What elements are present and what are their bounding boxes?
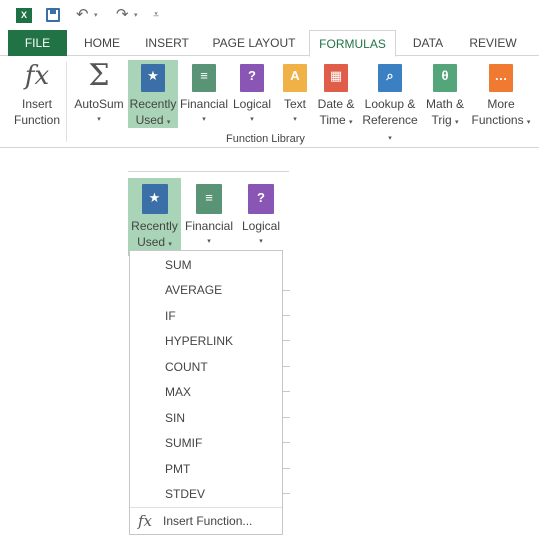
question-book-icon: ? [248, 184, 274, 214]
ribbon-tabs: FILE HOME INSERT PAGE LAYOUT FORMULAS DA… [0, 30, 539, 57]
question-book-icon: ? [240, 64, 264, 92]
text-label: Text [283, 97, 306, 111]
grid-line [283, 366, 290, 367]
math-trig-button[interactable]: θ Math & Trig ▾ [422, 60, 468, 131]
tab-file[interactable]: FILE [8, 30, 67, 56]
tab-home[interactable]: HOME [74, 30, 130, 56]
more-label-2: Functions ▾ [471, 113, 531, 127]
grid-line [283, 290, 290, 291]
menu-item-count[interactable]: COUNT [165, 360, 208, 374]
autosum-label: AutoSum [74, 97, 124, 111]
lookup-label-2: Reference ▾ [362, 113, 418, 142]
menu-item-max[interactable]: MAX [165, 385, 191, 399]
redo-dropdown-icon[interactable]: ▾ [134, 11, 138, 19]
financial-book-icon: ≡ [192, 64, 216, 92]
tab-insert[interactable]: INSERT [136, 30, 198, 56]
undo-dropdown-icon[interactable]: ▾ [94, 11, 98, 19]
star-book-icon: ★ [141, 184, 168, 214]
chevron-down-icon: ▾ [250, 116, 254, 123]
sigma-icon: Σ [88, 58, 110, 93]
more-label-1: More [487, 97, 515, 111]
redo-icon[interactable]: ↷ [116, 5, 129, 23]
grid-line [283, 493, 290, 494]
tab-data[interactable]: DATA [402, 30, 454, 56]
ribbon-separator [66, 62, 67, 142]
recently-used-label-2: Used ▾ [135, 113, 171, 127]
grid-line [283, 468, 290, 469]
recently-used-button[interactable]: ★ Recently Used ▾ [128, 60, 178, 128]
math-label-2: Trig ▾ [431, 113, 459, 127]
grid-line [283, 442, 290, 443]
lookup-label-1: Lookup & [364, 97, 416, 111]
function-fx-icon: fx [24, 61, 50, 91]
recently-used-menu: SUM AVERAGE IF HYPERLINK COUNT MAX SIN S… [129, 250, 283, 535]
financial-book-icon: ≡ [196, 184, 222, 214]
logical-label: Logical [241, 219, 281, 233]
text-button[interactable]: A Text ▾ [278, 60, 312, 128]
date-time-label-1: Date & [317, 97, 355, 111]
tab-page-layout[interactable]: PAGE LAYOUT [204, 30, 304, 56]
financial-button-zoom[interactable]: ≡ Financial ▾ [182, 178, 236, 250]
logical-button-zoom[interactable]: ? Logical ▾ [238, 178, 284, 250]
recently-used-label-1: Recently [131, 219, 178, 233]
insert-function-menu-label: Insert Function... [163, 514, 253, 528]
chevron-down-icon: ▾ [207, 238, 211, 245]
recently-used-label-1: Recently [129, 97, 177, 111]
grid-line [283, 340, 290, 341]
menu-item-if[interactable]: IF [165, 309, 176, 323]
menu-item-sum[interactable]: SUM [165, 258, 192, 272]
function-fx-icon: fx [138, 512, 153, 530]
customize-icon[interactable]: ⩡ [153, 9, 159, 22]
financial-label: Financial [184, 219, 234, 233]
chevron-down-icon: ▾ [293, 116, 297, 123]
insert-function-menu-item[interactable]: fx Insert Function... [130, 509, 282, 535]
insert-function-button[interactable]: fx Insert Function [10, 60, 64, 128]
recently-used-button-open[interactable]: ★ Recently Used ▾ [128, 178, 181, 256]
grid-line [283, 315, 290, 316]
menu-item-average[interactable]: AVERAGE [165, 283, 222, 297]
menu-separator [130, 507, 282, 508]
undo-icon[interactable]: ↶ [76, 5, 89, 23]
quick-access-toolbar: X ↶ ▾ ↷ ▾ ⩡ [0, 0, 539, 30]
date-time-label-2: Time ▾ [319, 113, 353, 127]
math-label-1: Math & [425, 97, 464, 111]
theta-book-icon: θ [433, 64, 457, 92]
chevron-down-icon: ▾ [259, 238, 263, 245]
menu-item-stdev[interactable]: STDEV [165, 487, 205, 501]
grid-line [283, 391, 290, 392]
calendar-icon: ▦ [324, 64, 348, 92]
menu-item-hyperlink[interactable]: HYPERLINK [165, 334, 233, 348]
chevron-down-icon: ▾ [202, 116, 206, 123]
insert-function-label-1: Insert [21, 97, 52, 111]
autosum-button[interactable]: Σ AutoSum ▾ [72, 60, 126, 128]
excel-logo-icon: X [16, 8, 32, 23]
menu-item-pmt[interactable]: PMT [165, 462, 190, 476]
insert-function-label-2: Function [13, 113, 61, 127]
financial-label: Financial [179, 97, 229, 111]
date-time-button[interactable]: ▦ Date & Time ▾ [315, 60, 357, 131]
tab-formulas[interactable]: FORMULAS [309, 30, 396, 57]
more-functions-icon: … [489, 64, 513, 92]
function-library-group-label: Function Library [226, 133, 305, 145]
menu-item-sin[interactable]: SIN [165, 411, 185, 425]
ribbon-formulas: fx Insert Function Σ AutoSum ▾ ★ Recentl… [0, 56, 539, 148]
logical-label: Logical [232, 97, 272, 111]
menu-item-sumif[interactable]: SUMIF [165, 436, 202, 450]
ribbon-zoom-view: ★ Recently Used ▾ ≡ Financial ▾ ? Logica… [128, 171, 289, 256]
tab-review[interactable]: REVIEW [460, 30, 526, 56]
lookup-reference-button[interactable]: ⌕ Lookup & Reference ▾ [359, 60, 421, 147]
logical-button[interactable]: ? Logical ▾ [231, 60, 273, 128]
chevron-down-icon: ▾ [97, 116, 101, 123]
more-functions-button[interactable]: … More Functions ▾ [469, 60, 533, 131]
magnifier-icon: ⌕ [378, 64, 402, 92]
financial-button[interactable]: ≡ Financial ▾ [179, 60, 229, 128]
star-book-icon: ★ [141, 64, 165, 92]
grid-line [283, 417, 290, 418]
save-icon[interactable] [46, 8, 60, 22]
text-book-icon: A [283, 64, 307, 92]
